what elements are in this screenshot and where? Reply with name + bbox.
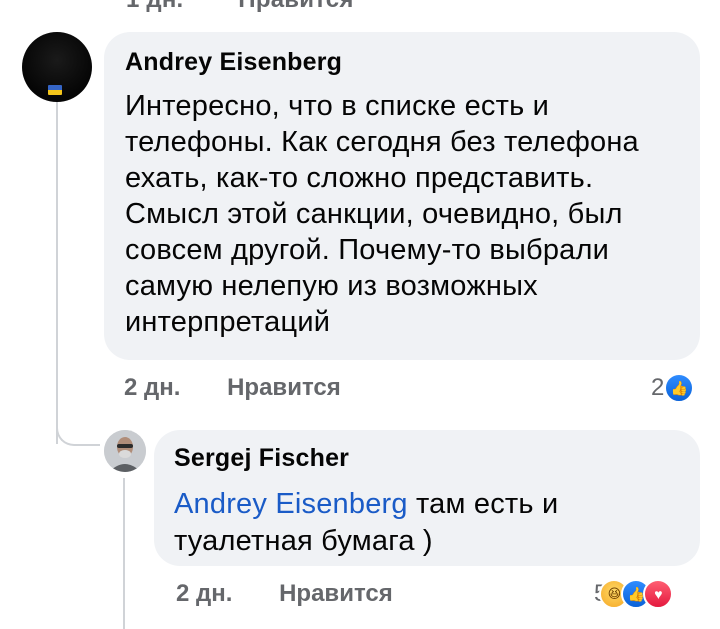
reply-text-line: туалетная бумага ): [174, 525, 433, 557]
comment-text-line: Интересно, что в списке есть и: [125, 90, 550, 122]
comment-author[interactable]: Andrey Eisenberg: [125, 48, 680, 76]
previous-comment-meta: 1 дн. Нравится: [126, 0, 402, 14]
reply-thread-line: [123, 478, 125, 629]
comment-bubble[interactable]: Andrey Eisenberg Интересно, что в списке…: [104, 32, 700, 360]
ukraine-flag-icon: [48, 85, 62, 95]
comment-text-line: совсем другой. Почему-то выбрали: [125, 234, 610, 266]
comment-text-line: самую нелепую из возможных: [125, 270, 538, 302]
reply-author[interactable]: Sergej Fischer: [174, 444, 680, 472]
thread-connector: [56, 400, 100, 446]
comment-meta: 2 дн. Нравится: [124, 374, 341, 402]
reply-meta: 2 дн. Нравится: [176, 580, 393, 608]
comment-text-line: телефоны. Как сегодня без телефона: [125, 126, 639, 158]
mention-link[interactable]: Andrey Eisenberg: [174, 488, 408, 520]
reply-time[interactable]: 2 дн.: [176, 580, 232, 607]
reply-text-line: там есть и: [407, 488, 559, 520]
like-link[interactable]: Нравится: [279, 580, 393, 607]
like-icon: 👍: [664, 373, 695, 403]
comment-text-line: ехать, как-то сложно представить.: [125, 162, 594, 194]
comment-text-line: интерпретаций: [125, 306, 331, 338]
reply-text: Andrey Eisenberg там есть и туалетная бу…: [174, 486, 680, 560]
avatar[interactable]: [104, 430, 146, 472]
thread-line: [56, 100, 58, 444]
comment-time[interactable]: 2 дн.: [124, 374, 180, 401]
previous-comment-like-link[interactable]: Нравится: [238, 0, 353, 13]
reaction-summary[interactable]: 5 😆 👍 ♥: [594, 578, 674, 610]
comment-text-line: Смысл этой санкции, очевидно, был: [125, 198, 623, 230]
reaction-count: 2: [651, 374, 665, 401]
comment-text: Интересно, что в списке есть и телефоны.…: [125, 88, 680, 340]
like-link[interactable]: Нравится: [227, 374, 341, 401]
love-icon: ♥: [643, 579, 674, 609]
reply-bubble[interactable]: Sergej Fischer Andrey Eisenberg там есть…: [154, 430, 700, 566]
previous-comment-time[interactable]: 1 дн.: [126, 0, 183, 13]
reaction-summary[interactable]: 2 👍: [651, 372, 695, 404]
